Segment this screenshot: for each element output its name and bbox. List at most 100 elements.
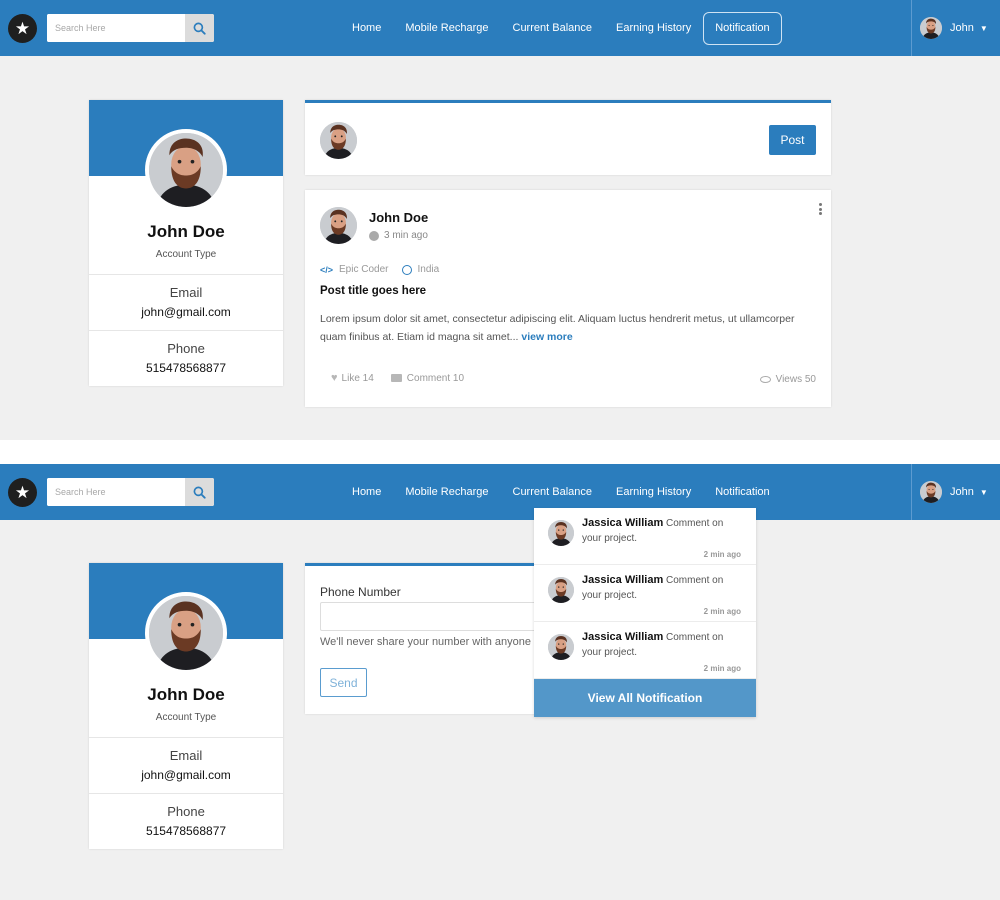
notification-item[interactable]: Jassica William Comment on your project.… (534, 508, 756, 565)
search-icon (193, 486, 206, 499)
post-meta: </> Epic Coder India (320, 264, 439, 275)
search-button[interactable] (185, 14, 214, 42)
email-label: Email (169, 285, 203, 300)
search-button[interactable] (185, 478, 214, 506)
user-name: John (950, 486, 974, 498)
account-type: Account Type (155, 249, 217, 260)
email-value: john@gmail.com (141, 305, 231, 319)
phone-value: 515478568877 (145, 824, 227, 838)
post-actions: ♥ Like 14 Comment 10 (331, 372, 481, 384)
notification-name: Jassica William (582, 631, 664, 643)
star-icon[interactable]: ★ (8, 14, 37, 43)
avatar (548, 634, 574, 660)
notification-text: Jassica William Comment on your project. (582, 573, 742, 603)
search-box (47, 478, 214, 506)
screen-profile-feed: ★ Home Mobile Recharge Current Balance E… (0, 0, 1000, 440)
notification-action: Comment on (666, 518, 724, 529)
profile-card: John Doe Account Type Email john@gmail.c… (89, 563, 283, 849)
post-location: India (417, 264, 440, 275)
user-menu[interactable]: John ▼ (911, 464, 1000, 520)
post-author[interactable]: John Doe (369, 210, 428, 225)
post-body: Lorem ipsum dolor sit amet, consectetur … (320, 310, 810, 346)
post-time: 3 min ago (369, 230, 428, 241)
nav-mobile-recharge[interactable]: Mobile Recharge (393, 12, 500, 45)
post-title[interactable]: Post title goes here (320, 285, 426, 297)
like-button[interactable]: ♥ Like 14 (331, 372, 374, 384)
notification-detail: your project. (582, 647, 638, 658)
profile-avatar (145, 129, 227, 211)
kebab-icon[interactable] (819, 203, 823, 215)
notification-item[interactable]: Jassica William Comment on your project.… (534, 622, 756, 679)
nav-mobile-recharge[interactable]: Mobile Recharge (393, 476, 500, 509)
screen-notifications: ★ Home Mobile Recharge Current Balance E… (0, 464, 1000, 900)
notification-name: Jassica William (582, 574, 664, 586)
heart-icon: ♥ (331, 372, 338, 384)
comment-button[interactable]: Comment 10 (390, 372, 465, 384)
notification-detail: your project. (582, 590, 638, 601)
nav-earning-history[interactable]: Earning History (604, 12, 703, 45)
phone-number-input[interactable] (320, 602, 555, 631)
notification-detail: your project. (582, 533, 638, 544)
compass-icon (402, 264, 413, 275)
post-views: Views 50 (759, 374, 816, 385)
view-all-notifications-button[interactable]: View All Notification (534, 679, 756, 717)
search-box (47, 14, 214, 42)
search-icon (193, 22, 206, 35)
phone-label: Phone (167, 804, 205, 819)
caret-down-icon: ▼ (979, 487, 988, 497)
profile-card: John Doe Account Type Email john@gmail.c… (89, 100, 283, 386)
comment-count: Comment 10 (406, 372, 465, 384)
notification-item[interactable]: Jassica William Comment on your project.… (534, 565, 756, 622)
email-section: Email john@gmail.com (89, 738, 283, 793)
avatar (320, 207, 357, 244)
send-button[interactable]: Send (320, 668, 367, 697)
user-name: John (950, 22, 974, 34)
star-icon[interactable]: ★ (8, 478, 37, 507)
email-section: Email john@gmail.com (89, 275, 283, 330)
notification-time: 2 min ago (703, 550, 741, 559)
phone-number-label: Phone Number (320, 585, 401, 599)
profile-avatar (145, 592, 227, 674)
nav-notification[interactable]: Notification (703, 476, 781, 509)
phone-label: Phone (167, 341, 205, 356)
email-label: Email (169, 748, 203, 763)
email-value: john@gmail.com (141, 768, 231, 782)
phone-section: Phone 515478568877 (89, 794, 283, 849)
notification-time: 2 min ago (703, 607, 741, 616)
view-more-link[interactable]: view more (521, 331, 572, 343)
notification-dropdown: Jassica William Comment on your project.… (534, 508, 756, 717)
avatar (920, 481, 942, 503)
nav-current-balance[interactable]: Current Balance (501, 476, 605, 509)
avatar (920, 17, 942, 39)
phone-form-card: Phone Number We'll never share your numb… (305, 563, 555, 714)
navbar: ★ Home Mobile Recharge Current Balance E… (0, 0, 1000, 56)
post-composer: Post (305, 100, 831, 175)
notification-name: Jassica William (582, 517, 664, 529)
views-count: Views 50 (775, 374, 816, 385)
nav-notification[interactable]: Notification (703, 11, 782, 45)
nav-home[interactable]: Home (340, 12, 393, 45)
nav-earning-history[interactable]: Earning History (604, 476, 703, 509)
search-input[interactable] (47, 14, 185, 42)
profile-name: John Doe (147, 222, 225, 241)
avatar (320, 122, 357, 159)
like-count: Like 14 (341, 372, 374, 384)
screen-divider (0, 440, 1000, 464)
notification-text: Jassica William Comment on your project. (582, 630, 742, 660)
profile-name: John Doe (147, 685, 225, 704)
user-menu[interactable]: John ▼ (911, 0, 1000, 56)
search-input[interactable] (47, 478, 185, 506)
nav-current-balance[interactable]: Current Balance (501, 12, 605, 45)
caret-down-icon: ▼ (979, 23, 988, 33)
nav-home[interactable]: Home (340, 476, 393, 509)
comment-icon (390, 374, 402, 382)
eye-icon (759, 376, 771, 383)
notification-action: Comment on (666, 575, 724, 586)
code-icon: </> (320, 264, 334, 275)
nav-links: Home Mobile Recharge Current Balance Ear… (340, 0, 782, 56)
avatar (548, 577, 574, 603)
post-button[interactable]: Post (769, 125, 816, 155)
phone-help-text: We'll never share your number with anyon… (320, 636, 555, 648)
notification-action: Comment on (666, 632, 724, 643)
notification-time: 2 min ago (703, 664, 741, 673)
